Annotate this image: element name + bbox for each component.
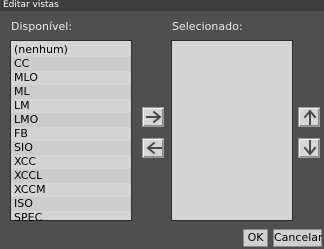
edit-views-dialog: Editar vistas Disponível: Selecionado: (… — [0, 0, 324, 249]
arrow-up-icon — [303, 109, 317, 125]
list-item[interactable]: XCC — [11, 155, 131, 169]
remove-from-selected-button[interactable] — [142, 138, 164, 158]
selected-list[interactable] — [171, 40, 293, 221]
cancel-button[interactable]: Cancelar — [273, 229, 323, 247]
list-item[interactable]: XCCM — [11, 183, 131, 197]
available-list[interactable]: (nenhum) CC MLO ML LM LMO FB SIO XCC XCCL XCCM ISO S… — [10, 40, 132, 224]
available-label: Disponível: — [11, 20, 73, 33]
list-item[interactable]: XCCL — [11, 169, 131, 183]
list-item[interactable]: ISO — [11, 197, 131, 211]
move-up-button[interactable] — [298, 107, 320, 127]
list-item[interactable]: LMO — [11, 113, 131, 127]
list-item[interactable]: LM — [11, 99, 131, 113]
list-item[interactable]: SIO — [11, 141, 131, 155]
arrow-right-icon — [146, 110, 162, 124]
window-title: Editar vistas — [0, 0, 324, 11]
arrow-down-icon — [303, 140, 317, 156]
arrow-left-icon — [146, 141, 162, 155]
list-item[interactable]: MLO — [11, 71, 131, 85]
ok-button[interactable]: OK — [243, 229, 268, 247]
list-item[interactable]: SPEC — [11, 211, 131, 225]
list-item[interactable]: ML — [11, 85, 131, 99]
list-item[interactable]: (nenhum) — [11, 43, 131, 57]
add-to-selected-button[interactable] — [142, 107, 164, 127]
list-item[interactable]: FB — [11, 127, 131, 141]
list-item[interactable]: CC — [11, 57, 131, 71]
move-down-button[interactable] — [298, 138, 320, 158]
selected-label: Selecionado: — [172, 20, 243, 33]
